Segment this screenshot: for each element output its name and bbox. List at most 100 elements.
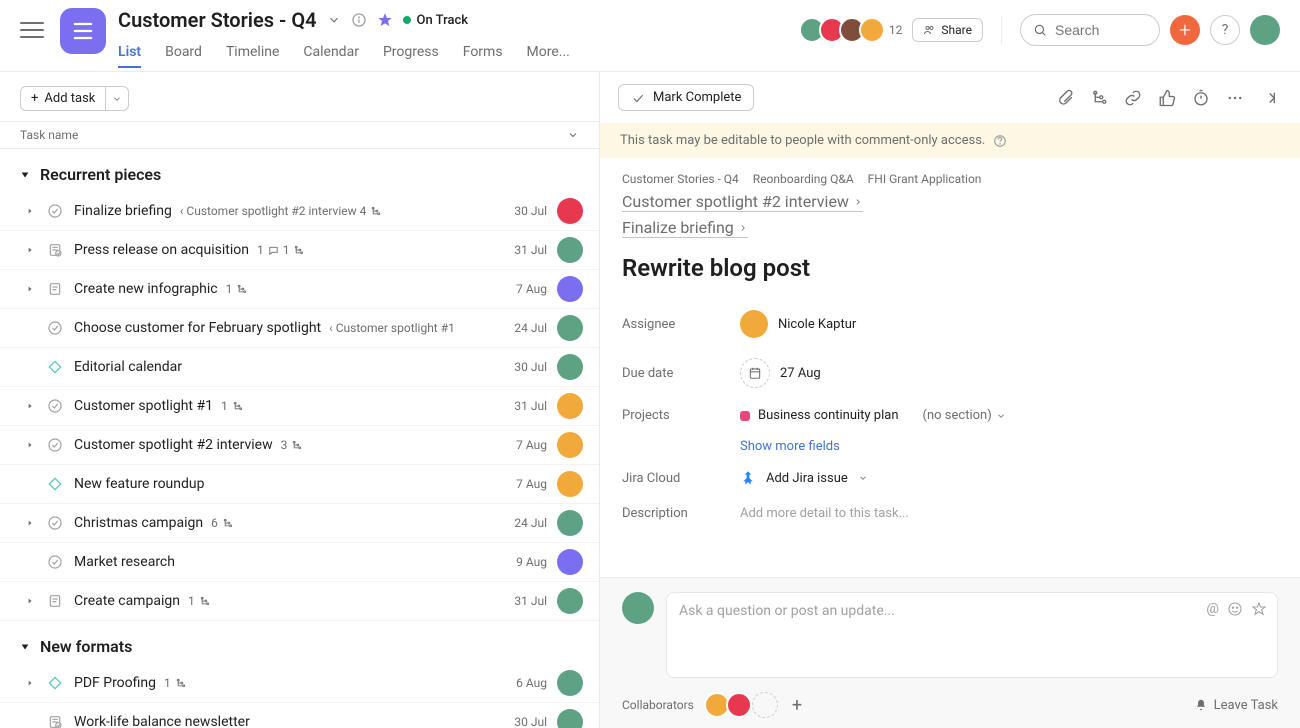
assignee-avatar[interactable] — [557, 354, 583, 380]
complete-toggle[interactable] — [46, 592, 64, 610]
complete-toggle[interactable] — [46, 358, 64, 376]
complete-toggle[interactable] — [46, 475, 64, 493]
like-icon[interactable] — [1154, 85, 1180, 111]
tab-list[interactable]: List — [118, 38, 141, 68]
complete-toggle[interactable] — [46, 202, 64, 220]
complete-toggle[interactable] — [46, 436, 64, 454]
timer-icon[interactable] — [1188, 85, 1214, 111]
complete-toggle[interactable] — [46, 514, 64, 532]
help-button[interactable]: ? — [1210, 15, 1240, 45]
search-input[interactable] — [1055, 22, 1135, 38]
add-task-caret[interactable] — [105, 87, 128, 110]
assignee-avatar[interactable] — [557, 237, 583, 263]
complete-toggle[interactable] — [46, 553, 64, 571]
crumb-1[interactable]: Customer Stories - Q4 — [622, 172, 739, 186]
search-box[interactable] — [1020, 14, 1160, 46]
tab-forms[interactable]: Forms — [463, 38, 503, 68]
attachment-icon[interactable] — [1052, 85, 1078, 111]
tab-progress[interactable]: Progress — [383, 38, 439, 68]
tab-timeline[interactable]: Timeline — [226, 38, 279, 68]
assignee-avatar[interactable] — [557, 510, 583, 536]
profile-button[interactable] — [1250, 15, 1280, 45]
task-row[interactable]: PDF Proofing1 6 Aug — [0, 664, 599, 703]
expand-icon[interactable] — [24, 519, 36, 527]
tab-board[interactable]: Board — [165, 38, 202, 68]
collaborator-avatars[interactable] — [708, 692, 778, 718]
project-section[interactable]: (no section) — [923, 408, 1006, 423]
subtask-icon[interactable] — [1086, 85, 1112, 111]
link-icon[interactable] — [1120, 85, 1146, 111]
project-title[interactable]: Customer Stories - Q4 — [118, 8, 317, 32]
assignee-avatar[interactable] — [557, 432, 583, 458]
task-row[interactable]: Finalize briefing‹ Customer spotlight #2… — [0, 192, 599, 231]
expand-icon[interactable] — [24, 246, 36, 254]
task-row[interactable]: New feature roundup7 Aug — [0, 465, 599, 504]
tab-calendar[interactable]: Calendar — [303, 38, 359, 68]
menu-toggle[interactable] — [20, 18, 44, 42]
complete-toggle[interactable] — [46, 674, 64, 692]
section-header[interactable]: Recurrent pieces — [0, 149, 599, 192]
task-row[interactable]: Create campaign1 31 Jul — [0, 582, 599, 621]
star-icon[interactable] — [377, 12, 393, 28]
assignee-avatar[interactable] — [557, 276, 583, 302]
section-header[interactable]: New formats — [0, 621, 599, 664]
description-field[interactable]: Add more detail to this task... — [740, 506, 909, 521]
mark-complete-button[interactable]: Mark Complete — [618, 84, 754, 111]
status-chip[interactable]: On Track — [403, 13, 469, 28]
star-action-icon[interactable] — [1251, 601, 1267, 617]
assignee-value[interactable]: Nicole Kaptur — [740, 310, 856, 338]
column-menu-icon[interactable] — [567, 129, 579, 141]
complete-toggle[interactable] — [46, 319, 64, 337]
task-row[interactable]: Work-life balance newsletter30 Jul — [0, 703, 599, 728]
more-icon[interactable] — [1222, 85, 1248, 111]
mention-icon[interactable]: @ — [1206, 601, 1219, 617]
assignee-avatar[interactable] — [557, 709, 583, 728]
complete-toggle[interactable] — [46, 713, 64, 728]
assignee-avatar[interactable] — [557, 393, 583, 419]
crumb-2[interactable]: Reonboarding Q&A — [753, 172, 854, 186]
expand-icon[interactable] — [24, 679, 36, 687]
task-row[interactable]: Create new infographic1 7 Aug — [0, 270, 599, 309]
expand-icon[interactable] — [24, 402, 36, 410]
assignee-avatar[interactable] — [557, 198, 583, 224]
assignee-avatar[interactable] — [557, 471, 583, 497]
assignee-avatar[interactable] — [557, 670, 583, 696]
task-row[interactable]: Customer spotlight #2 interview3 7 Aug — [0, 426, 599, 465]
add-task-button[interactable]: +Add task — [20, 86, 129, 111]
add-jira-issue[interactable]: Add Jira issue — [740, 470, 868, 486]
info-icon[interactable] — [351, 12, 367, 28]
parent-task-link-1[interactable]: Customer spotlight #2 interview — [622, 192, 863, 212]
task-row[interactable]: Press release on acquisition1 1 31 Jul — [0, 231, 599, 270]
task-row[interactable]: Customer spotlight #11 31 Jul — [0, 387, 599, 426]
task-title[interactable]: Rewrite blog post — [622, 254, 1278, 282]
expand-icon[interactable] — [24, 597, 36, 605]
quick-add-button[interactable]: + — [1170, 15, 1200, 45]
task-row[interactable]: Choose customer for February spotlight‹ … — [0, 309, 599, 348]
assignee-avatar[interactable] — [557, 315, 583, 341]
expand-icon[interactable] — [24, 441, 36, 449]
comment-input[interactable]: Ask a question or post an update... @ — [666, 592, 1278, 678]
task-row[interactable]: Christmas campaign6 24 Jul — [0, 504, 599, 543]
banner-help-icon[interactable] — [993, 134, 1007, 148]
tab-more[interactable]: More... — [527, 38, 570, 68]
share-button[interactable]: Share — [912, 18, 983, 42]
crumb-3[interactable]: FHI Grant Application — [868, 172, 982, 186]
task-row[interactable]: Market research9 Aug — [0, 543, 599, 582]
assignee-avatar[interactable] — [557, 549, 583, 575]
project-chip[interactable]: Business continuity plan — [740, 408, 899, 423]
member-avatars[interactable]: 12 — [805, 17, 903, 43]
task-row[interactable]: Editorial calendar30 Jul — [0, 348, 599, 387]
add-collaborator-button[interactable]: + — [792, 695, 802, 716]
expand-icon[interactable] — [24, 285, 36, 293]
assignee-avatar[interactable] — [557, 588, 583, 614]
complete-toggle[interactable] — [46, 241, 64, 259]
complete-toggle[interactable] — [46, 280, 64, 298]
due-value[interactable]: 27 Aug — [740, 358, 821, 388]
expand-icon[interactable] — [24, 207, 36, 215]
show-more-fields[interactable]: Show more fields — [740, 433, 1278, 460]
leave-task-button[interactable]: Leave Task — [1194, 698, 1278, 713]
emoji-icon[interactable] — [1227, 601, 1243, 617]
parent-task-link-2[interactable]: Finalize briefing — [622, 218, 748, 238]
close-panel-icon[interactable] — [1256, 85, 1282, 111]
chevron-down-icon[interactable] — [327, 13, 341, 27]
